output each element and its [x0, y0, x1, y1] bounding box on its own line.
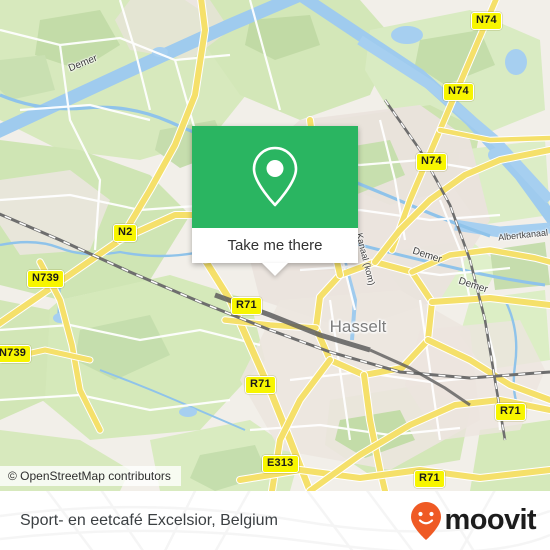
road-shield-r71-south[interactable]: R71 [414, 470, 445, 488]
place-label-hasselt: Hasselt [329, 317, 387, 336]
road-shield-r71-north[interactable]: R71 [231, 297, 262, 315]
take-me-there-label: Take me there [227, 237, 323, 254]
map-screenshot: Hasselt Demer Demer Demer Albertkanaal K… [0, 0, 550, 550]
road-shield-n74-mid[interactable]: N74 [443, 83, 474, 101]
road-shield-r71-east[interactable]: R71 [495, 403, 526, 421]
road-shield-n74-south[interactable]: N74 [416, 153, 447, 171]
moovit-brand[interactable]: moovit [409, 501, 537, 541]
osm-attribution-label: © OpenStreetMap contributors [8, 469, 171, 483]
road-shield-n74-north[interactable]: N74 [471, 12, 502, 30]
callout-tail [262, 263, 288, 276]
road-shield-n2[interactable]: N2 [113, 224, 138, 242]
map-canvas[interactable]: Hasselt Demer Demer Demer Albertkanaal K… [0, 0, 550, 491]
road-shield-e313[interactable]: E313 [262, 455, 299, 473]
map-pin-icon [252, 146, 298, 207]
road-shield-n739-upper[interactable]: N739 [27, 270, 65, 288]
osm-attribution[interactable]: © OpenStreetMap contributors [0, 466, 181, 486]
take-me-there-button[interactable]: Take me there [192, 228, 358, 263]
moovit-smiley-pin-icon [410, 501, 441, 540]
page-title: Sport- en eetcafé Excelsior, Belgium [20, 511, 278, 529]
location-callout[interactable]: Take me there [192, 126, 358, 276]
road-shield-r71-west[interactable]: R71 [245, 376, 276, 394]
footer-bar: Sport- en eetcafé Excelsior, Belgium moo… [0, 491, 550, 550]
moovit-wordmark: moovit [444, 504, 537, 536]
road-shield-n739-lower[interactable]: N739 [0, 345, 32, 363]
callout-header [192, 126, 358, 228]
